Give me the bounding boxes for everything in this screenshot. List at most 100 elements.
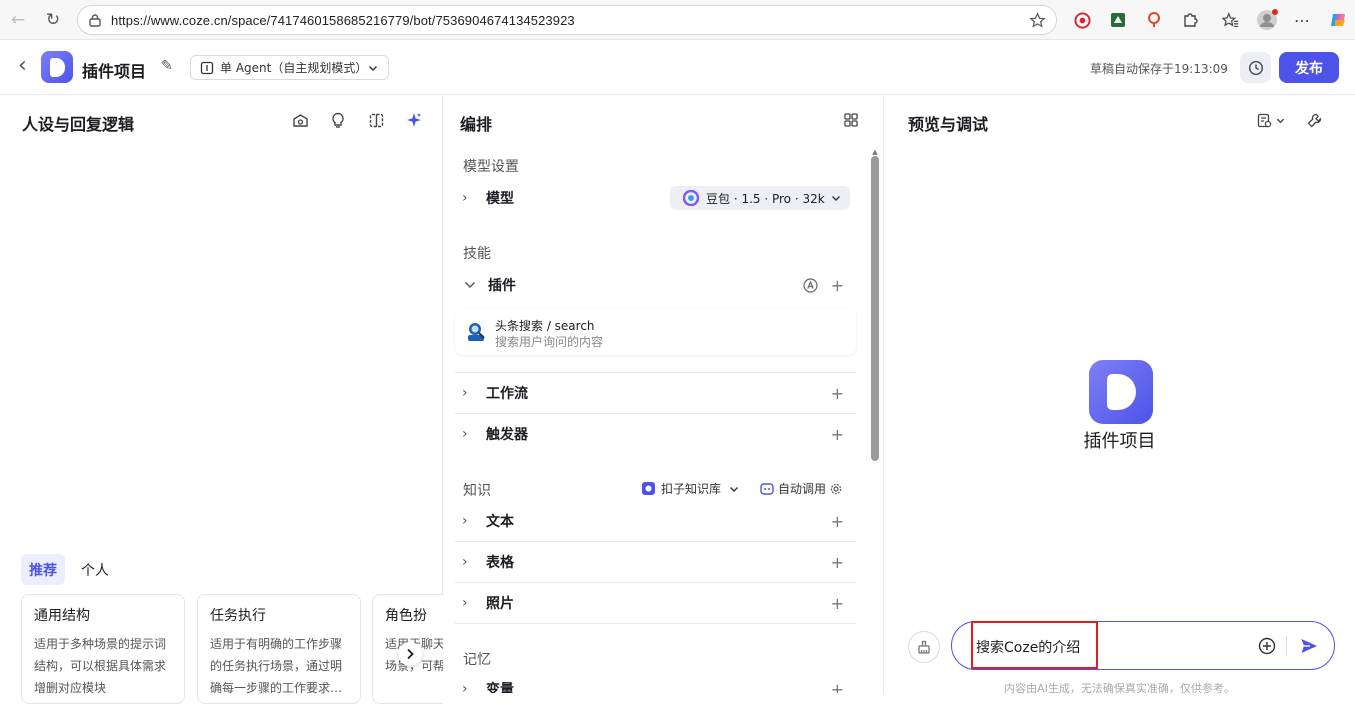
template-card[interactable]: 任务执行 适用于有明确的工作步骤的任务执行场景，通过明确每一步骤的工作要求… xyxy=(197,594,361,704)
site-info-icon[interactable] xyxy=(88,13,102,27)
knowledge-base-icon xyxy=(642,482,655,495)
chevron-down-icon xyxy=(1276,118,1285,123)
divider xyxy=(1286,636,1287,656)
knowledge-base-select[interactable]: 扣子知识库 xyxy=(641,480,739,497)
agent-mode-label: 单 Agent（自主规划模式） xyxy=(220,61,368,75)
photo-knowledge-row[interactable]: › 照片 + xyxy=(455,583,856,623)
split-view-icon[interactable] xyxy=(366,110,386,130)
divider xyxy=(455,623,856,624)
add-variable-icon[interactable]: + xyxy=(831,680,844,694)
ai-disclaimer: 内容由AI生成，无法确保真实准确，仅供参考。 xyxy=(1004,682,1235,695)
template-card-desc: 适用于多种场景的提示词结构，可以根据具体需求增删对应模块 xyxy=(34,637,167,695)
extension-red-icon[interactable] xyxy=(1070,8,1094,32)
chevron-down-icon xyxy=(465,282,475,288)
chevron-right-icon: › xyxy=(462,595,468,611)
add-trigger-icon[interactable]: + xyxy=(831,425,844,444)
plugin-item-name: 头条搜索 / search xyxy=(495,319,595,333)
history-button[interactable] xyxy=(1240,52,1271,83)
extension-orange-icon[interactable] xyxy=(1142,8,1166,32)
scrollbar[interactable] xyxy=(871,156,879,461)
agent-mode-select[interactable]: 单 Agent（自主规划模式） xyxy=(190,55,389,80)
persona-panel: 人设与回复逻辑 推荐 个人 通用结构 适用于多种场景的提示词结构，可以根据具体需… xyxy=(0,96,443,704)
template-card[interactable]: 通用结构 适用于多种场景的提示词结构，可以根据具体需求增删对应模块 xyxy=(21,594,185,704)
address-bar[interactable]: https://www.coze.cn/space/74174601586852… xyxy=(77,5,1057,35)
trigger-row[interactable]: › 触发器 + xyxy=(455,414,856,454)
add-workflow-icon[interactable]: + xyxy=(831,384,844,403)
clear-history-button[interactable] xyxy=(908,631,940,663)
ai-optimize-icon[interactable] xyxy=(404,110,424,130)
persona-panel-title: 人设与回复逻辑 xyxy=(22,115,135,134)
variable-label: 变量 xyxy=(486,682,514,693)
back-chevron-icon[interactable]: ‹ xyxy=(18,55,27,77)
send-icon xyxy=(1301,639,1317,653)
variable-row[interactable]: › 变量 + xyxy=(455,669,856,694)
lightbulb-icon[interactable] xyxy=(328,110,348,130)
add-attachment-button[interactable] xyxy=(1255,634,1279,658)
orchestration-panel-title: 编排 xyxy=(460,115,493,134)
wrench-icon[interactable] xyxy=(1304,110,1324,130)
template-tabs: 推荐 个人 xyxy=(21,554,125,585)
copilot-icon[interactable] xyxy=(1327,8,1351,32)
star-icon[interactable] xyxy=(1029,12,1046,29)
add-photo-icon[interactable]: + xyxy=(831,594,844,613)
tab-recommended[interactable]: 推荐 xyxy=(21,554,65,585)
memory-heading: 记忆 xyxy=(463,652,491,668)
profile-avatar-icon[interactable] xyxy=(1255,8,1279,32)
chevron-right-icon: › xyxy=(462,554,468,570)
table-knowledge-row[interactable]: › 表格 + xyxy=(455,542,856,582)
model-label: 模型 xyxy=(486,191,514,207)
plugin-row[interactable]: 插件 + xyxy=(455,265,856,305)
chevron-right-icon: › xyxy=(462,681,468,693)
extension-green-icon[interactable] xyxy=(1106,8,1130,32)
document-settings-icon xyxy=(1257,113,1272,127)
chat-input-box[interactable]: 搜索Coze的介绍 xyxy=(951,621,1335,670)
reload-icon[interactable]: ↻ xyxy=(40,7,66,33)
plugin-item[interactable]: 头条搜索 / search 搜索用户询问的内容 xyxy=(455,308,856,355)
project-title: 插件项目 xyxy=(82,62,147,81)
plus-circle-icon xyxy=(1258,637,1276,655)
chevron-right-icon: › xyxy=(462,426,468,442)
project-logo xyxy=(41,51,73,83)
publish-button[interactable]: 发布 xyxy=(1279,52,1339,83)
photo-knowledge-label: 照片 xyxy=(486,596,514,612)
table-knowledge-label: 表格 xyxy=(486,555,514,571)
text-knowledge-row[interactable]: › 文本 + xyxy=(455,501,856,541)
more-options-icon[interactable]: ⋯ xyxy=(1290,8,1314,32)
workflow-row[interactable]: › 工作流 + xyxy=(455,373,856,413)
next-cards-button[interactable] xyxy=(398,642,422,666)
model-value: 豆包 · 1.5 · Pro · 32k xyxy=(706,191,825,206)
edit-icon[interactable]: ✎ xyxy=(161,58,173,74)
chevron-right-icon xyxy=(407,648,414,660)
template-card-title: 通用结构 xyxy=(34,608,90,624)
prompt-library-icon[interactable] xyxy=(290,110,310,130)
scroll-up-icon[interactable]: ▲ xyxy=(871,148,879,156)
add-table-icon[interactable]: + xyxy=(831,553,844,572)
send-button[interactable] xyxy=(1297,634,1321,658)
model-select[interactable]: 豆包 · 1.5 · Pro · 32k xyxy=(670,186,850,210)
browser-toolbar: ← ↻ https://www.coze.cn/space/7417460158… xyxy=(0,0,1355,40)
back-arrow-icon[interactable]: ← xyxy=(5,7,31,33)
auto-call-setting[interactable]: 自动调用 xyxy=(760,480,842,497)
orchestration-panel: 编排 模型设置 › 模型 豆包 · 1.5 · Pro · 32k 技能 插件 … xyxy=(443,96,884,693)
tab-personal[interactable]: 个人 xyxy=(73,554,117,585)
auto-mode-icon[interactable] xyxy=(803,277,818,293)
auto-call-icon xyxy=(760,482,774,495)
plugin-item-desc: 搜索用户询问的内容 xyxy=(495,335,604,349)
chevron-down-icon xyxy=(730,486,739,492)
chat-input-text[interactable]: 搜索Coze的介绍 xyxy=(976,637,1080,657)
gear-icon[interactable] xyxy=(830,483,842,495)
url-text: https://www.coze.cn/space/74174601586852… xyxy=(111,12,575,28)
knowledge-base-label: 扣子知识库 xyxy=(661,482,722,496)
doubao-logo-icon xyxy=(683,190,699,206)
add-text-icon[interactable]: + xyxy=(831,512,844,531)
auto-call-label: 自动调用 xyxy=(778,482,827,496)
debug-settings-select[interactable] xyxy=(1254,110,1288,130)
plugin-label: 插件 xyxy=(488,278,516,294)
trigger-label: 触发器 xyxy=(486,427,528,443)
chevron-down-icon xyxy=(832,196,840,201)
layout-grid-icon[interactable] xyxy=(841,110,861,130)
add-plugin-icon[interactable]: + xyxy=(831,276,844,295)
puzzle-icon[interactable] xyxy=(1178,8,1202,32)
favorites-icon[interactable] xyxy=(1218,8,1242,32)
bot-avatar xyxy=(1089,360,1153,424)
